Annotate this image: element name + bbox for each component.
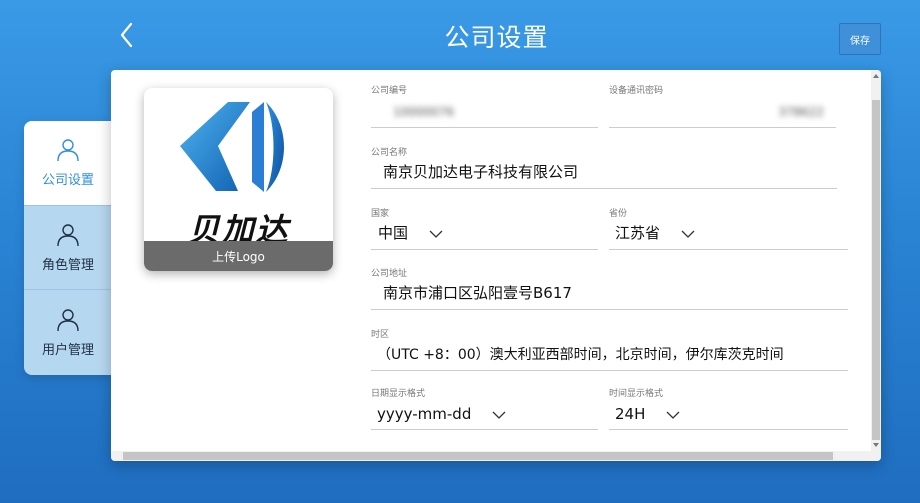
- sidebar-item-label: 公司设置: [41, 173, 94, 189]
- chevron-down-icon: [666, 411, 680, 419]
- timezone-label: 时区: [371, 330, 390, 340]
- sidebar: 公司设置 角色管理 用户管理: [24, 121, 112, 375]
- company-id-value: 10000076: [393, 105, 455, 119]
- user-icon: [57, 224, 79, 246]
- horizontal-scroll-thumb[interactable]: [123, 452, 833, 460]
- time-format-select[interactable]: 时间显示格式 24H: [609, 386, 848, 430]
- timezone-select[interactable]: 时区 （UTC +8：00）澳大利亚西部时间，北京时间，伊尔库茨克时间: [371, 327, 848, 371]
- device-password-field[interactable]: 设备通讯密码 378622: [609, 83, 836, 128]
- province-value: 江苏省: [615, 224, 661, 242]
- settings-panel: 贝加达 上传Logo 公司编号 10000076 设备通讯密码 378622 公…: [111, 70, 881, 461]
- header: 公司设置 保存: [0, 0, 920, 70]
- company-logo-icon: [180, 102, 284, 192]
- upload-logo-button[interactable]: 上传Logo: [144, 241, 333, 271]
- scroll-up-arrow[interactable]: [873, 74, 879, 78]
- date-format-label: 日期显示格式: [371, 389, 426, 399]
- chevron-down-icon: [492, 411, 506, 419]
- horizontal-scrollbar[interactable]: [111, 451, 871, 461]
- scroll-down-arrow[interactable]: [873, 443, 879, 447]
- timezone-value: （UTC +8：00）澳大利亚西部时间，北京时间，伊尔库茨克时间: [377, 347, 784, 363]
- company-id-label: 公司编号: [371, 86, 408, 96]
- company-name-input[interactable]: 南京贝加达电子科技有限公司: [383, 161, 578, 182]
- company-address-label: 公司地址: [371, 269, 408, 279]
- date-format-select[interactable]: 日期显示格式 yyyy-mm-dd: [371, 386, 598, 430]
- vertical-scroll-thumb[interactable]: [872, 100, 880, 440]
- company-address-input[interactable]: 南京市浦口区弘阳壹号B617: [383, 282, 572, 303]
- province-select[interactable]: 省份 江苏省: [609, 206, 848, 250]
- sidebar-item-role-management[interactable]: 角色管理: [24, 206, 112, 291]
- company-name-label: 公司名称: [371, 148, 408, 158]
- date-format-value: yyyy-mm-dd: [377, 405, 472, 423]
- country-label: 国家: [371, 209, 390, 219]
- device-password-value: 378622: [778, 105, 824, 119]
- time-format-label: 时间显示格式: [609, 389, 664, 399]
- user-icon: [57, 309, 79, 332]
- country-value: 中国: [378, 224, 409, 242]
- chevron-down-icon: [681, 230, 695, 238]
- page-title: 公司设置: [444, 23, 549, 52]
- save-button[interactable]: 保存: [839, 23, 881, 55]
- sidebar-item-company-settings[interactable]: 公司设置: [24, 121, 112, 206]
- logo-upload-box[interactable]: 贝加达 上传Logo: [144, 88, 333, 271]
- sidebar-item-user-management[interactable]: 用户管理: [24, 290, 112, 375]
- company-name-field[interactable]: 公司名称 南京贝加达电子科技有限公司: [371, 145, 837, 189]
- device-password-label: 设备通讯密码: [609, 86, 664, 96]
- company-address-field[interactable]: 公司地址 南京市浦口区弘阳壹号B617: [371, 266, 848, 310]
- time-format-value: 24H: [615, 405, 646, 423]
- vertical-scrollbar[interactable]: [871, 70, 881, 461]
- user-icon: [57, 139, 79, 162]
- province-label: 省份: [609, 209, 628, 219]
- company-id-field[interactable]: 公司编号 10000076: [371, 83, 598, 128]
- sidebar-item-label: 用户管理: [41, 342, 94, 358]
- sidebar-item-label: 角色管理: [41, 257, 94, 273]
- country-select[interactable]: 国家 中国: [371, 206, 598, 250]
- chevron-down-icon: [429, 230, 443, 238]
